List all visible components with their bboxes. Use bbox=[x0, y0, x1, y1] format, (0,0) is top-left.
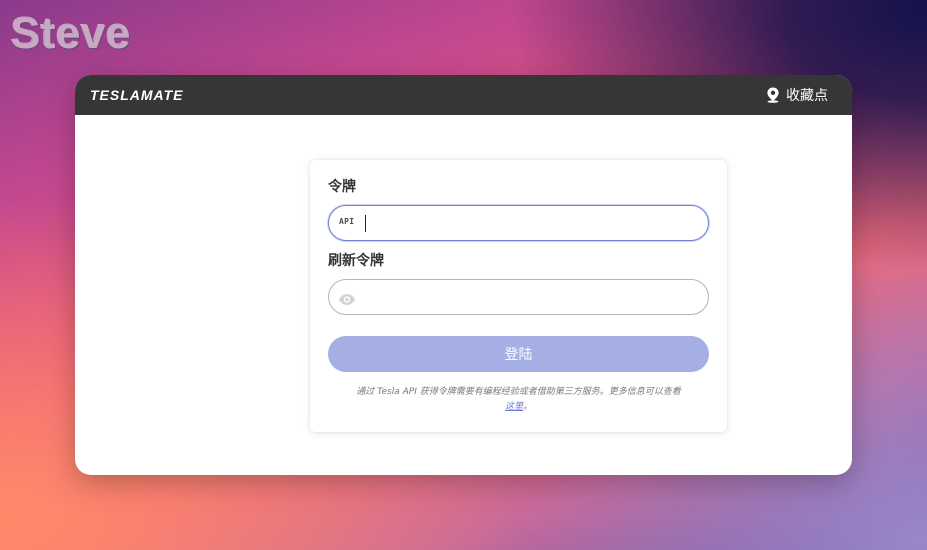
app-window: TESLAMATE 收藏点 令牌 API 刷新令牌 登陆 通过 Tesla AP… bbox=[75, 75, 852, 475]
token-field[interactable]: API bbox=[328, 205, 709, 241]
refresh-token-field[interactable] bbox=[328, 279, 709, 315]
geofences-nav-link[interactable]: 收藏点 bbox=[766, 85, 828, 105]
help-link[interactable]: 这里 bbox=[505, 402, 523, 412]
refresh-token-label: 刷新令牌 bbox=[328, 253, 384, 269]
token-label: 令牌 bbox=[328, 179, 356, 195]
refresh-token-input[interactable] bbox=[363, 280, 696, 314]
geofences-label: 收藏点 bbox=[786, 88, 828, 104]
navbar: TESLAMATE 收藏点 bbox=[75, 75, 852, 115]
help-text-suffix: 。 bbox=[523, 402, 533, 412]
watermark-text: Steve bbox=[11, 9, 131, 58]
help-text: 通过 Tesla API 获得令牌需要有编程经验或者借助第三方服务。更多信息可以… bbox=[328, 385, 709, 415]
api-icon: API bbox=[339, 217, 355, 226]
login-button[interactable]: 登陆 bbox=[328, 336, 709, 372]
login-card: 令牌 API 刷新令牌 登陆 通过 Tesla API 获得令牌需要有编程经验或… bbox=[310, 160, 727, 432]
eye-icon[interactable] bbox=[338, 291, 356, 310]
map-pin-icon bbox=[766, 87, 780, 103]
logo[interactable]: TESLAMATE bbox=[90, 87, 184, 103]
help-text-body: 通过 Tesla API 获得令牌需要有编程经验或者借助第三方服务。更多信息可以… bbox=[356, 387, 681, 397]
token-input[interactable] bbox=[363, 206, 696, 240]
